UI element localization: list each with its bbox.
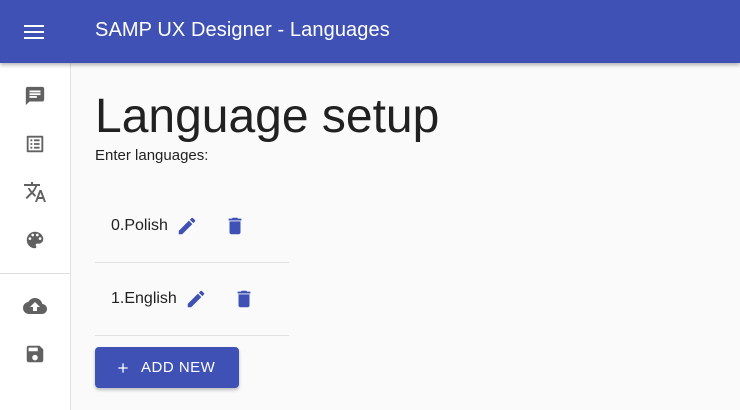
app-bar: SAMP UX Designer - Languages (0, 0, 740, 63)
subtitle: Enter languages: (95, 147, 209, 164)
cloud-upload-icon (23, 298, 47, 314)
palette-icon (26, 231, 44, 249)
language-item: 1.English (95, 263, 289, 336)
edit-language-button[interactable] (169, 208, 205, 244)
sidebar-item-save[interactable] (0, 330, 70, 378)
sidebar (0, 63, 71, 410)
pencil-icon (178, 217, 196, 235)
sidebar-item-languages[interactable] (0, 168, 70, 216)
sidebar-item-theme[interactable] (0, 216, 70, 264)
pencil-icon (187, 290, 205, 308)
app-title: SAMP UX Designer - Languages (95, 19, 390, 41)
delete-language-button[interactable] (226, 281, 262, 317)
language-item: 0.Polish (95, 190, 289, 263)
save-icon (26, 345, 44, 363)
trash-icon (237, 290, 251, 308)
menu-icon (24, 25, 44, 39)
main-content: Language setup Enter languages: 0.Polish… (71, 63, 740, 410)
edit-language-button[interactable] (178, 281, 214, 317)
sidebar-item-upload[interactable] (0, 282, 70, 330)
menu-button[interactable] (14, 12, 54, 52)
translate-icon (24, 182, 46, 202)
delete-language-button[interactable] (217, 208, 253, 244)
chat-icon (25, 86, 45, 106)
list-icon (26, 135, 44, 153)
language-label: 1.English (111, 290, 177, 307)
language-label: 0.Polish (111, 217, 168, 234)
page-title: Language setup (95, 90, 440, 143)
add-new-button[interactable]: ADD NEW (95, 347, 239, 388)
add-new-label: ADD NEW (141, 359, 216, 376)
plus-icon (118, 362, 128, 373)
sidebar-item-list[interactable] (0, 120, 70, 168)
sidebar-item-dialogs[interactable] (0, 72, 70, 120)
language-list: 0.Polish 1.English (95, 190, 289, 336)
trash-icon (228, 217, 242, 235)
sidebar-divider (0, 273, 70, 274)
